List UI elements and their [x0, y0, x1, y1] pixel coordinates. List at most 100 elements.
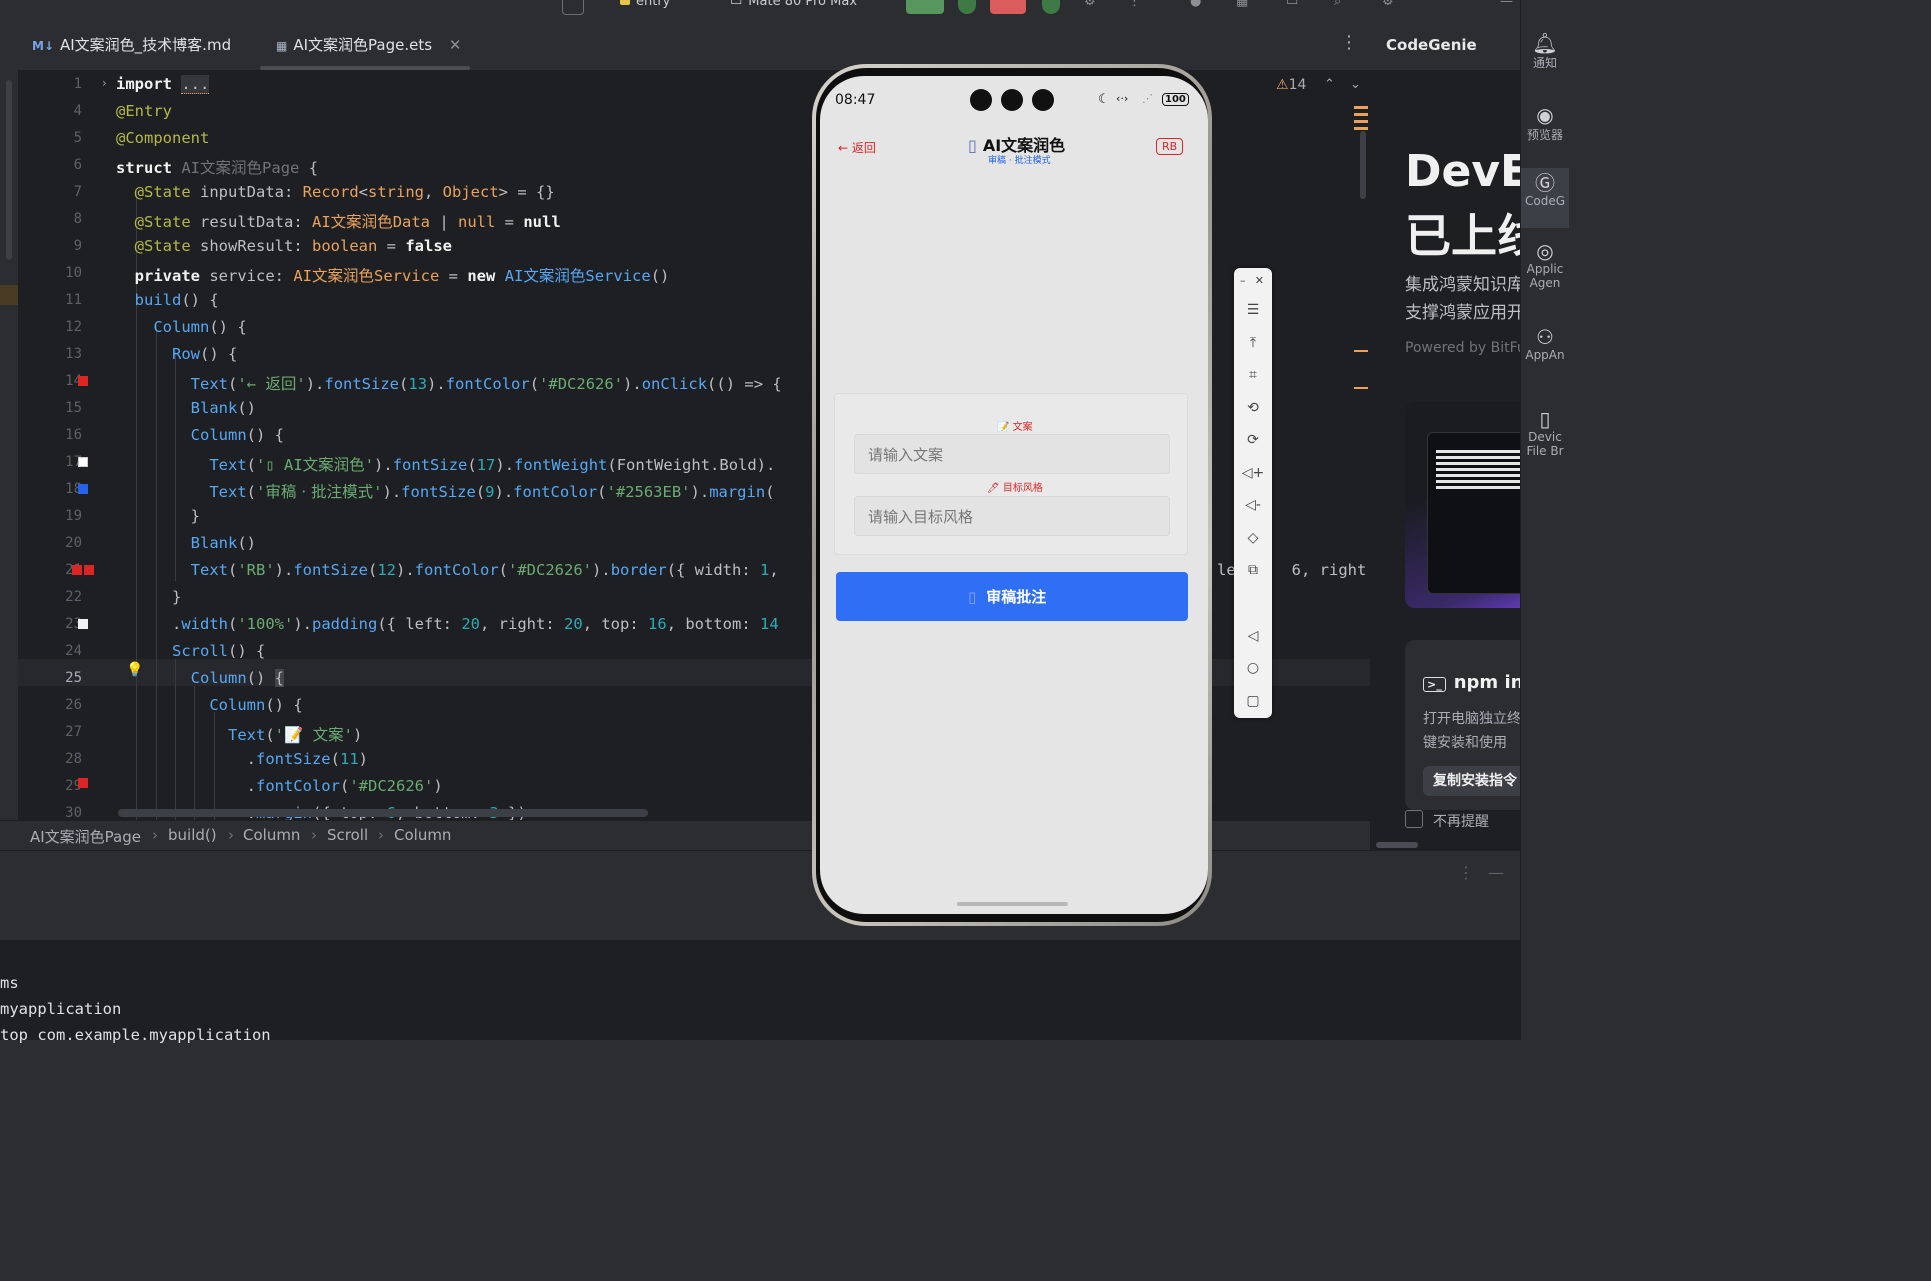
volume-down-icon[interactable]: ◁-	[1234, 497, 1272, 513]
layout-icon[interactable]: ▦	[1236, 0, 1248, 9]
ets-file-icon: ▦	[276, 39, 288, 53]
bulb-icon[interactable]: ●	[1190, 0, 1201, 9]
previewer-tool[interactable]: ◉ 预览器	[1521, 104, 1569, 143]
copy-install-button[interactable]: 复制安装指令	[1423, 766, 1520, 796]
left-tool-strip	[0, 20, 18, 840]
attach-icon[interactable]: ⚙	[1084, 0, 1096, 9]
breadcrumb-item[interactable]: Column	[394, 826, 451, 844]
line-number: 19	[65, 508, 82, 524]
line-number: 30	[65, 805, 82, 820]
breadcrumb-item[interactable]: Column	[243, 826, 300, 844]
dont-remind-checkbox[interactable]	[1405, 810, 1423, 828]
breadcrumb-item[interactable]: AI文案润色Page	[30, 826, 141, 847]
tab-menu-icon[interactable]: ⋮	[1340, 32, 1358, 53]
line-number: 5	[73, 130, 82, 146]
stop-button[interactable]	[990, 0, 1026, 14]
camera-icon	[1001, 89, 1023, 111]
nav-back-icon[interactable]: ◁	[1234, 628, 1272, 644]
dont-remind-label: 不再提醒	[1433, 814, 1489, 830]
signal-icon: ⋰	[1142, 92, 1153, 105]
rb-badge[interactable]: RB	[1156, 138, 1184, 155]
code-line: import ...	[116, 75, 210, 94]
line-number: 14	[65, 373, 82, 389]
line-number: 29	[65, 778, 82, 794]
panel-minimize-icon[interactable]: —	[1488, 863, 1504, 882]
tab-markdown[interactable]: M↓ AI文案润色_技术博客.md	[32, 34, 231, 55]
screenshot-icon[interactable]: ⧉	[1234, 562, 1272, 578]
color-swatch-red	[72, 565, 82, 575]
active-tab-indicator	[260, 66, 470, 70]
line-number: 4	[73, 103, 82, 119]
debug-icon[interactable]	[958, 0, 976, 14]
settings-icon[interactable]: ⚙	[1382, 0, 1394, 9]
code-line: @State showResult: boolean = false	[134, 237, 452, 255]
editor-tab-bar: M↓ AI文案润色_技术博客.md ▦ AI文案润色Page.ets ✕ ⋮	[18, 20, 1370, 71]
line-number: 16	[65, 427, 82, 443]
next-warning-icon[interactable]: ⌄	[1350, 77, 1361, 92]
emulator-toolbar: – ✕ ☰ ⤒ ⌗ ⟲ ⟳ ◁+ ◁- ◇ ⧉ ◁ ○ ▢	[1234, 268, 1272, 718]
nav-recent-icon[interactable]: ▢	[1234, 693, 1272, 709]
window-icon[interactable]: ▭	[1286, 0, 1298, 9]
panel-options-icon[interactable]: ⋮	[1458, 863, 1474, 882]
module-selector[interactable]: entry	[620, 0, 670, 9]
rotate-icon[interactable]: ⟲	[1234, 400, 1272, 416]
nav-home-icon[interactable]: ○	[1234, 660, 1272, 676]
device-selector[interactable]: ▭ Mate 80 Pro Max	[730, 0, 857, 9]
tab-ets-file[interactable]: ▦ AI文案润色Page.ets ✕	[276, 34, 461, 55]
line-number: 9	[73, 238, 82, 254]
warnings-indicator[interactable]: ⚠14	[1276, 77, 1306, 93]
more-icon[interactable]: ⋮	[1128, 0, 1141, 9]
line-number: 6	[73, 157, 82, 173]
line-number: 28	[65, 751, 82, 767]
breadcrumb-separator: ›	[228, 826, 234, 844]
codegenie-icon: Ⓖ	[1535, 171, 1555, 195]
notifications-tool[interactable]: 🔔︎ 通知	[1521, 32, 1569, 71]
moon-icon: ☾	[1098, 92, 1110, 107]
run-button[interactable]	[906, 0, 944, 14]
phone-screen[interactable]: 08:47 ☾ ‹·› ⋰ 100 ← 返回 ▯ AI文案润色 审稿 · 批注模式…	[820, 76, 1208, 914]
vertical-scrollbar[interactable]	[1360, 131, 1366, 199]
profile-icon[interactable]	[1042, 0, 1060, 14]
panel-scrollbar[interactable]	[1376, 842, 1418, 848]
breadcrumb-item[interactable]: Scroll	[327, 826, 368, 844]
code-line: Scroll() {	[172, 642, 266, 660]
home-indicator[interactable]	[957, 902, 1068, 906]
line-number: 13	[65, 346, 82, 362]
line-number: 11	[65, 292, 82, 308]
status-time: 08:47	[835, 92, 876, 108]
console-line: top com.example.myapplication	[0, 1026, 271, 1044]
prev-warning-icon[interactable]: ⌃	[1324, 77, 1335, 92]
breadcrumb-item[interactable]: build()	[168, 826, 217, 844]
line-number: 8	[73, 211, 82, 227]
volume-up-icon[interactable]: ◁+	[1234, 465, 1272, 481]
line-number: 7	[73, 184, 82, 200]
code-line: }	[116, 507, 200, 525]
horizontal-scrollbar[interactable]	[118, 809, 648, 817]
menu-icon[interactable]: ☰	[1234, 302, 1272, 318]
rotate-right-icon[interactable]: ⟳	[1234, 432, 1272, 448]
search-icon[interactable]: ⌕	[1334, 0, 1341, 9]
device-icon[interactable]	[562, 0, 584, 15]
camera-icon	[970, 89, 992, 111]
codegenie-header: CodeGenie	[1370, 20, 1520, 70]
hero-desc: 支撑鸿蒙应用开	[1405, 303, 1520, 323]
codegenie-tool[interactable]: Ⓖ CodeG	[1521, 168, 1569, 228]
minimize-icon[interactable]: —	[1500, 0, 1513, 9]
app-analyzer-tool[interactable]: ⚇ AppAn	[1521, 326, 1569, 362]
emulator-close-icon[interactable]: ✕	[1234, 274, 1272, 287]
close-tab-icon[interactable]: ✕	[449, 36, 462, 54]
device-file-browser-tool[interactable]: ▯ Devic File Br	[1521, 408, 1569, 458]
app-agent-tool[interactable]: ◎ Applic Agen	[1521, 240, 1569, 290]
line-number: 1	[73, 76, 82, 92]
shake-icon[interactable]: ◇	[1234, 530, 1272, 546]
code-line: Blank()	[190, 534, 256, 552]
code-line: Text('📝 文案')	[227, 726, 363, 744]
npm-card: >_npm ins 打开电脑独立终 键安装和使用 复制安装指令	[1405, 640, 1520, 810]
fold-chevron-icon[interactable]: ›	[102, 76, 107, 90]
pin-top-icon[interactable]: ⤒	[1234, 335, 1272, 351]
crop-icon[interactable]: ⌗	[1234, 367, 1272, 383]
hero-title: DevEc	[1405, 146, 1520, 197]
back-button[interactable]: ← 返回	[838, 139, 876, 156]
run-console[interactable]: ms myapplication top com.example.myappli…	[0, 940, 1520, 1044]
breadcrumb-separator: ›	[152, 826, 158, 844]
